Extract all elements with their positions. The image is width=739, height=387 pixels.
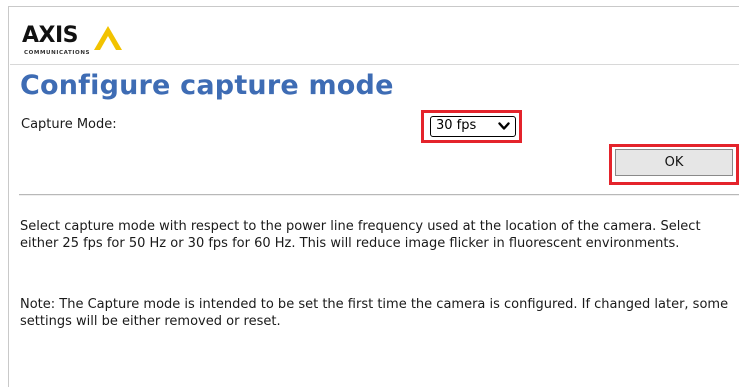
ok-button[interactable]: OK [615, 149, 733, 176]
logo-wordmark: AXIS [22, 23, 79, 48]
axis-logo: AXIS COMMUNICATIONS [20, 22, 128, 62]
capture-mode-description: Select capture mode with respect to the … [20, 219, 701, 251]
divider [19, 194, 739, 196]
logo-triangle-icon [94, 26, 122, 50]
capture-mode-selected-value: 30 fps [436, 118, 477, 133]
header: AXIS COMMUNICATIONS [10, 8, 739, 65]
capture-mode-select[interactable]: 30 fps [430, 116, 516, 137]
page-title: Configure capture mode [20, 70, 394, 101]
capture-mode-label: Capture Mode: [21, 117, 117, 132]
capture-mode-note: Note: The Capture mode is intended to be… [20, 297, 729, 329]
logo-subtitle: COMMUNICATIONS [24, 50, 91, 56]
chevron-down-icon [498, 122, 510, 130]
